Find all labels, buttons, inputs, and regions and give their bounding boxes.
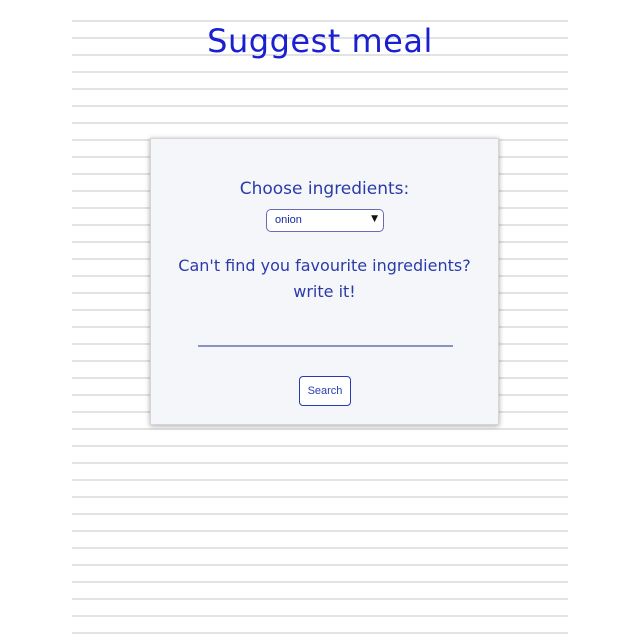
write-ingredient-label-line2: write it! [293,282,356,301]
ingredient-text-input[interactable] [198,329,453,347]
suggest-meal-form: Choose ingredients: onion ▼ Can't find y… [150,138,499,425]
choose-ingredients-label: Choose ingredients: [239,179,410,199]
ingredient-select[interactable]: onion ▼ [266,209,384,232]
search-button[interactable]: Search [299,376,351,406]
triangle-down-icon: ▼ [371,214,378,224]
write-ingredient-label-line1: Can't find you favourite ingredients? [178,256,471,275]
page: Suggest meal Choose ingredients: onion ▼… [0,0,640,640]
write-ingredient-label: Can't find you favourite ingredients? wr… [151,253,498,305]
page-title: Suggest meal [207,22,433,60]
ingredient-select-value: onion [275,214,302,226]
